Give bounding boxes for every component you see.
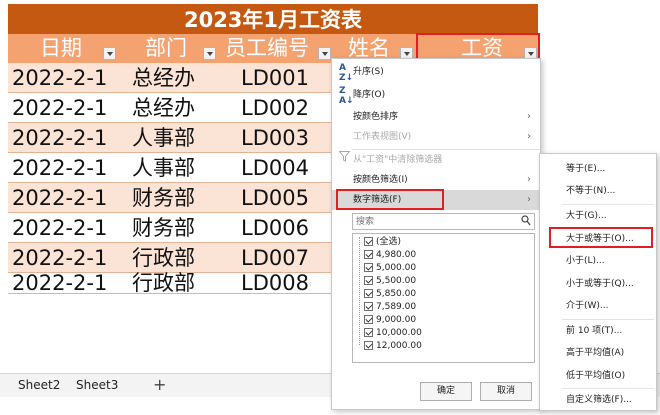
- cell-id[interactable]: LD004: [241, 153, 309, 183]
- cell-date[interactable]: 2022-2-1: [12, 123, 107, 153]
- number-filter-submenu: 等于(E)... 不等于(N)... 大于(G)... 大于或等于(O)... …: [539, 153, 657, 411]
- menu-item-sort-by-color[interactable]: 按颜色排序 ›: [332, 107, 540, 127]
- header-cell-id: 员工编号: [219, 34, 334, 63]
- number-filters-highlight: [336, 189, 444, 210]
- checkbox[interactable]: [364, 237, 373, 246]
- menu-item-sheet-view: 工作表视图(V) ›: [332, 127, 540, 147]
- checkbox[interactable]: [364, 263, 373, 272]
- filter-dropdown-dept[interactable]: [203, 47, 216, 60]
- cell-id[interactable]: LD005: [241, 183, 309, 213]
- header-cell-date: 日期: [8, 34, 121, 63]
- ok-button[interactable]: 确定: [420, 382, 472, 401]
- submenu-item-less-than[interactable]: 小于(L)...: [566, 252, 605, 270]
- chevron-right-icon: ›: [527, 174, 531, 185]
- cancel-button[interactable]: 取消: [480, 382, 532, 401]
- cell-date[interactable]: 2022-2-1: [12, 273, 107, 294]
- filter-search-input[interactable]: [353, 214, 513, 229]
- tree-connector: [359, 237, 360, 345]
- clear-filter-icon: [338, 150, 353, 165]
- header-cell-dept: 部门: [121, 34, 219, 63]
- table-row: 2022-2-1 行政部 LD008: [8, 273, 338, 294]
- sheet-tab[interactable]: Sheet3: [66, 374, 128, 397]
- cell-id[interactable]: LD006: [241, 213, 309, 243]
- cell-date[interactable]: 2022-2-1: [12, 213, 107, 243]
- checkbox[interactable]: [364, 341, 373, 350]
- cell-id[interactable]: LD007: [241, 243, 309, 273]
- cell-dept[interactable]: 财务部: [132, 183, 195, 213]
- cell-id[interactable]: LD008: [241, 273, 309, 294]
- checkbox[interactable]: [364, 289, 373, 298]
- table-row: 2022-2-1 财务部 LD005: [8, 183, 338, 213]
- filter-menu: A Z↓ 升序(S) Z A↓ 降序(O) 按颜色排序 › 工作表视图(V) › 从…: [331, 58, 541, 410]
- table-row: 2022-2-1 总经办 LD002: [8, 93, 338, 123]
- submenu-item-less-or-equal[interactable]: 小于或等于(Q)...: [566, 275, 634, 293]
- cell-id[interactable]: LD003: [241, 123, 309, 153]
- filter-search-box[interactable]: [352, 213, 535, 230]
- table-row: 2022-2-1 人事部 LD003: [8, 123, 338, 153]
- greater-or-equal-highlight: [549, 227, 653, 248]
- cell-dept[interactable]: 人事部: [132, 153, 195, 183]
- cell-date[interactable]: 2022-2-1: [12, 243, 107, 273]
- menu-item-filter-by-color[interactable]: 按颜色筛选(I) ›: [332, 170, 540, 190]
- checkbox[interactable]: [364, 315, 373, 324]
- cell-dept[interactable]: 总经办: [132, 93, 195, 123]
- menu-item-clear-filter: 从"工资"中清除筛选器: [332, 150, 540, 170]
- cell-dept[interactable]: 行政部: [132, 243, 195, 273]
- checkbox[interactable]: [364, 276, 373, 285]
- menu-separator: [562, 388, 654, 389]
- checkbox[interactable]: [364, 328, 373, 337]
- chevron-right-icon: ›: [527, 194, 531, 205]
- table-row: 2022-2-1 人事部 LD004: [8, 153, 338, 183]
- table-row: 2022-2-1 财务部 LD006: [8, 213, 338, 243]
- cell-id[interactable]: LD002: [241, 93, 309, 123]
- cell-dept[interactable]: 人事部: [132, 123, 195, 153]
- filter-dropdown-id[interactable]: [318, 47, 331, 60]
- chevron-right-icon: ›: [527, 131, 531, 142]
- menu-item-sort-asc[interactable]: A Z↓ 升序(S): [332, 62, 540, 83]
- checkbox[interactable]: [364, 250, 373, 259]
- menu-separator: [562, 204, 654, 205]
- cell-date[interactable]: 2022-2-1: [12, 63, 107, 93]
- cell-id[interactable]: LD001: [241, 63, 309, 93]
- sort-asc-icon: A Z↓: [339, 63, 354, 83]
- submenu-item-not-equals[interactable]: 不等于(N)...: [566, 182, 615, 200]
- cell-date[interactable]: 2022-2-1: [12, 93, 107, 123]
- submenu-item-below-average[interactable]: 低于平均值(O): [566, 367, 625, 385]
- sheet-title: 2023年1月工资表: [8, 4, 538, 34]
- sort-desc-icon: Z A↓: [339, 86, 354, 106]
- submenu-item-custom-filter[interactable]: 自定义筛选(F)...: [566, 391, 632, 409]
- menu-item-sort-desc[interactable]: Z A↓ 降序(O): [332, 85, 540, 106]
- chevron-right-icon: ›: [527, 111, 531, 122]
- cell-dept[interactable]: 行政部: [132, 273, 195, 294]
- table-row: 2022-2-1 总经办 LD001: [8, 63, 338, 93]
- cell-date[interactable]: 2022-2-1: [12, 183, 107, 213]
- sheet-tab[interactable]: Sheet2: [8, 374, 70, 397]
- submenu-item-between[interactable]: 介于(W)...: [566, 297, 609, 315]
- header-label-dept: 部门: [145, 36, 187, 60]
- table-row: 2022-2-1 行政部 LD007: [8, 243, 338, 273]
- header-label-id: 员工编号: [225, 36, 309, 60]
- add-sheet-button[interactable]: +: [153, 374, 166, 396]
- cell-dept[interactable]: 总经办: [132, 63, 195, 93]
- search-icon: [521, 215, 531, 226]
- menu-separator: [562, 319, 654, 320]
- filter-dropdown-date[interactable]: [103, 47, 116, 60]
- filter-values-list[interactable]: (全选) 4,980.00 5,000.00 5,500.00 5,850.00…: [352, 233, 535, 363]
- checkbox[interactable]: [364, 302, 373, 311]
- submenu-item-equals[interactable]: 等于(E)...: [566, 160, 605, 178]
- submenu-item-top-10[interactable]: 前 10 项(T)...: [566, 322, 622, 340]
- cell-date[interactable]: 2022-2-1: [12, 153, 107, 183]
- submenu-item-above-average[interactable]: 高于平均值(A): [566, 344, 624, 362]
- submenu-item-greater-than[interactable]: 大于(G)...: [566, 207, 607, 225]
- cell-dept[interactable]: 财务部: [132, 213, 195, 243]
- header-label-date: 日期: [40, 36, 82, 60]
